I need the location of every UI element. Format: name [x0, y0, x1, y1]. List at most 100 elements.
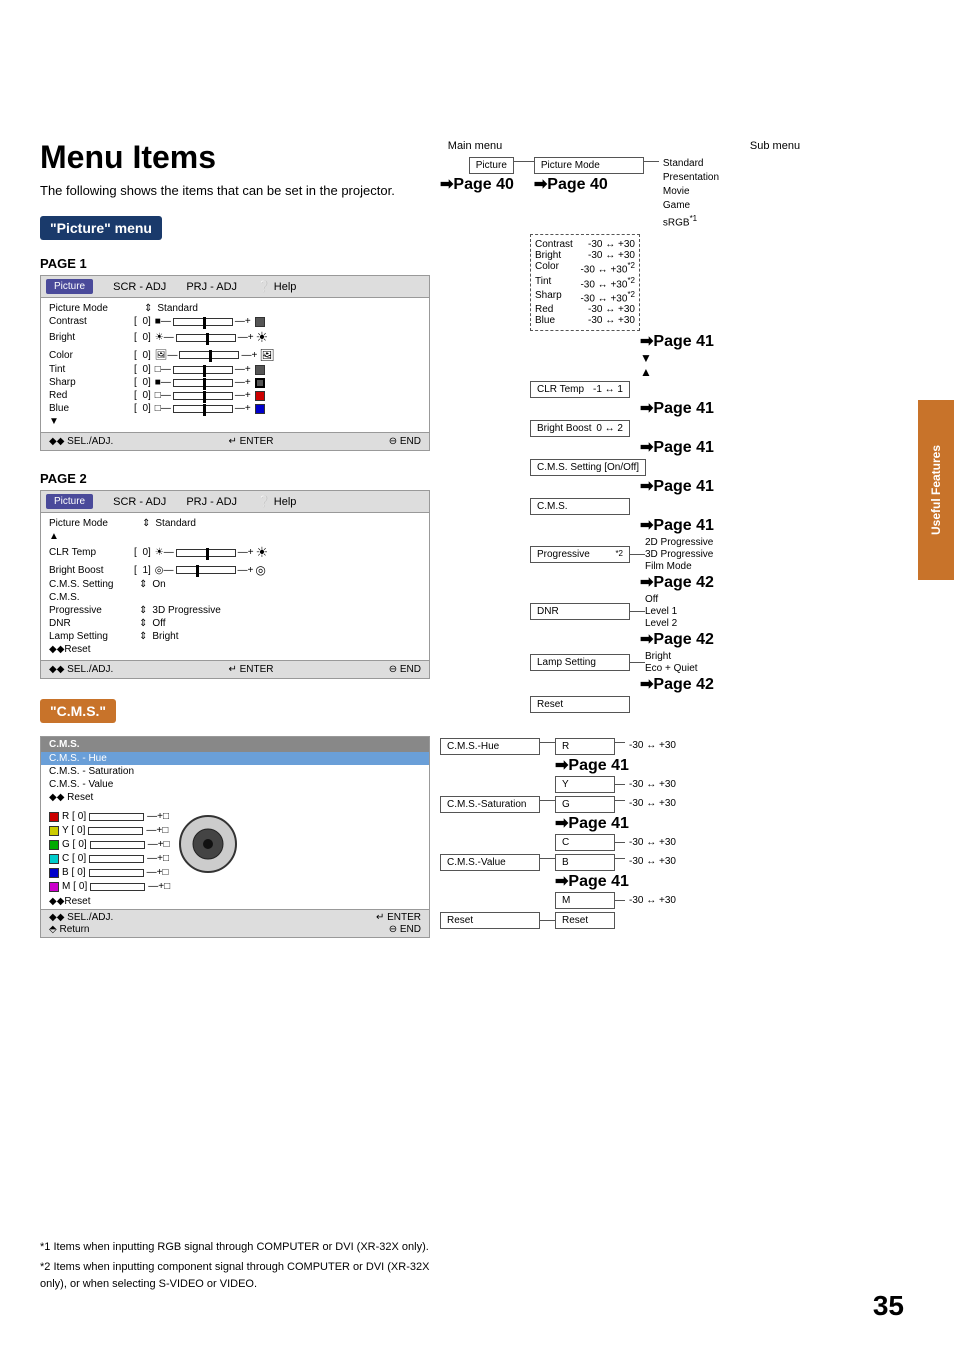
- picture-page-ref: ➡Page 40: [440, 174, 514, 194]
- page2-bright-boost: Bright Boost [ 1] ◎— —+ ◎: [49, 562, 421, 578]
- cms-setting-page: ➡Page 41: [640, 476, 910, 496]
- right-column: Main menu Sub menu Picture ➡Page 40 Pict…: [440, 140, 910, 929]
- menu-row-contrast: Contrast [ 0] ■— —+: [49, 315, 421, 328]
- tab-help[interactable]: ❔ Help: [257, 280, 296, 293]
- page2-cms-setting: C.M.S. Setting ⇕ On: [49, 578, 421, 591]
- adj-page-ref: ➡Page 41: [640, 331, 910, 351]
- g-box: G: [555, 796, 615, 813]
- color-box: Color-30 ↔ +30*2: [535, 261, 635, 275]
- cms-item-saturation[interactable]: C.M.S. - Saturation: [41, 765, 429, 778]
- menu-row-bright: Bright [ 0] ☀— —+ ☀: [49, 328, 421, 347]
- lamp-page: ➡Page 42: [640, 674, 910, 694]
- menu-row-red: Red [ 0] □— —+: [49, 389, 421, 402]
- cms-setting-row: C.M.S. Setting [On/Off]: [440, 459, 910, 476]
- footnote1: *1 Items when inputting RGB signal throu…: [40, 1239, 440, 1256]
- picture-mode-box: Picture Mode: [534, 157, 644, 174]
- r-box: R: [555, 738, 615, 755]
- page2-footer: ◆◆ SEL./ADJ. ↵ ENTER ⊖ END: [41, 660, 429, 678]
- tab2-picture[interactable]: Picture: [46, 494, 93, 509]
- progressive-page: ➡Page 42: [640, 572, 910, 592]
- cms-footer: ◆◆ SEL./ADJ. ⬘ Return ↵ ENTER ⊖ END: [41, 909, 429, 937]
- clr-temp-row: CLR Temp-1 ↔ 1: [440, 381, 910, 398]
- c-row: C -30 ↔ +30: [555, 834, 910, 851]
- menu-row-tint: Tint [ 0] □— —+: [49, 363, 421, 376]
- cms-val-row: C.M.S.-Value B -30 ↔ +30: [440, 854, 910, 871]
- subtitle: The following shows the items that can b…: [40, 183, 430, 198]
- page2-picture-mode: Picture Mode ⇕ Standard: [49, 517, 421, 530]
- cms-circle-graphic: [178, 814, 238, 877]
- page2-menu-box: Picture SCR - ADJ PRJ - ADJ ❔ Help Pictu…: [40, 490, 430, 679]
- main-menu-label: Main menu: [440, 140, 510, 152]
- tab2-help[interactable]: ❔ Help: [257, 495, 296, 508]
- blue-box: Blue-30 ↔ +30: [535, 315, 635, 326]
- contrast-box: Contrast-30 ↔ +30: [535, 239, 635, 250]
- b-range: -30 ↔ +30: [625, 854, 680, 869]
- tab-scr-adj[interactable]: SCR - ADJ: [113, 281, 166, 293]
- cms-menu-box: C.M.S. C.M.S. - Hue C.M.S. - Saturation …: [40, 736, 430, 938]
- useful-features-tab: Useful Features: [918, 400, 954, 580]
- y-row: Y -30 ↔ +30: [555, 776, 910, 793]
- m-row: M -30 ↔ +30: [555, 892, 910, 909]
- reset-row: Reset: [440, 696, 910, 713]
- page2-cms: C.M.S.: [49, 591, 421, 604]
- sharp-box: Sharp-30 ↔ +30*2: [535, 290, 635, 304]
- lamp-row: Lamp Setting Bright Eco + Quiet: [440, 651, 910, 674]
- reset-row2: Reset Reset: [440, 912, 910, 929]
- cms-item-hue[interactable]: C.M.S. - Hue: [41, 752, 429, 765]
- menu-row-down-arrow: ▼: [49, 415, 421, 428]
- dnr-row: DNR Off Level 1 Level 2: [440, 594, 910, 629]
- cms-sat-row: C.M.S.-Saturation G -30 ↔ +30: [440, 796, 910, 813]
- cms-val-box: C.M.S.-Value: [440, 854, 540, 871]
- sub-menu-label: Sub menu: [640, 140, 910, 152]
- adjustments-section: Contrast-30 ↔ +30 Bright-30 ↔ +30 Color-…: [440, 234, 910, 331]
- footnote2: *2 Items when inputting component signal…: [40, 1259, 440, 1292]
- bright-boost-row: Bright Boost0 ↔ 2: [440, 420, 910, 437]
- page2-up-arrow: ▲: [49, 530, 421, 543]
- menu-row-blue: Blue [ 0] □— —+: [49, 402, 421, 415]
- left-column: Menu Items The following shows the items…: [40, 140, 430, 938]
- page2-reset: ◆◆Reset: [49, 643, 421, 656]
- reset-box-left: Reset: [440, 912, 540, 929]
- page2-clr-temp: CLR Temp [ 0] ☀— —+ ☀: [49, 543, 421, 562]
- cms-page: ➡Page 41: [640, 515, 910, 535]
- picture-mode-sub: Standard Presentation Movie Game sRGB*1: [659, 157, 723, 229]
- cms-sat-page: ➡Page 41: [555, 813, 910, 833]
- cms-reset[interactable]: ◆◆ Reset: [41, 791, 429, 804]
- picture-menu-header: "Picture" menu: [40, 216, 162, 240]
- bright-boost-page: ➡Page 41: [640, 437, 910, 457]
- cms-hue-row: C.M.S.-Hue R -30 ↔ +30: [440, 738, 910, 755]
- page-title: Menu Items: [40, 140, 430, 175]
- cms-item-value[interactable]: C.M.S. - Value: [41, 778, 429, 791]
- bright-box: Bright-30 ↔ +30: [535, 250, 635, 261]
- menu-row-color: Color [ 0] 🖼— —+ 🖼: [49, 347, 421, 363]
- tab2-prj-adj[interactable]: PRJ - ADJ: [186, 496, 237, 508]
- tab-prj-adj[interactable]: PRJ - ADJ: [186, 281, 237, 293]
- menu-row-sharp: Sharp [ 0] ■— —+: [49, 376, 421, 389]
- page-number: 35: [873, 1290, 904, 1322]
- picture-mode-page: ➡Page 40: [534, 174, 644, 194]
- cms-hue-page: ➡Page 41: [555, 755, 910, 775]
- dnr-page: ➡Page 42: [640, 629, 910, 649]
- tint-box: Tint-30 ↔ +30*2: [535, 276, 635, 290]
- g-range: -30 ↔ +30: [625, 796, 680, 811]
- cms-hue-box: C.M.S.-Hue: [440, 738, 540, 755]
- clr-temp-page: ➡Page 41: [640, 398, 910, 418]
- page2-lamp: Lamp Setting ⇕ Bright: [49, 630, 421, 643]
- cms-sat-box: C.M.S.-Saturation: [440, 796, 540, 813]
- tab-picture[interactable]: Picture: [46, 279, 93, 294]
- down-up-arrows: ▼▲: [640, 351, 910, 379]
- page2-dnr: DNR ⇕ Off: [49, 617, 421, 630]
- footnotes: *1 Items when inputting RGB signal throu…: [40, 1239, 440, 1293]
- cms-row: C.M.S.: [440, 498, 910, 515]
- cms-color-sliders: R [0] —+□ Y [0] —+□ G [0] —+□: [49, 810, 170, 893]
- r-range: -30 ↔ +30: [625, 738, 680, 753]
- tab2-scr-adj[interactable]: SCR - ADJ: [113, 496, 166, 508]
- picture-tree-row: Picture ➡Page 40 Picture Mode ➡Page 40 S…: [440, 157, 910, 229]
- page1-footer: ◆◆ SEL./ADJ. ↵ ENTER ⊖ END: [41, 432, 429, 450]
- b-box: B: [555, 854, 615, 871]
- cms-val-page: ➡Page 41: [555, 871, 910, 891]
- page1-label: PAGE 1: [40, 256, 430, 271]
- picture-box: Picture: [469, 157, 514, 174]
- reset-box-right: Reset: [555, 912, 615, 929]
- page2-label: PAGE 2: [40, 471, 430, 486]
